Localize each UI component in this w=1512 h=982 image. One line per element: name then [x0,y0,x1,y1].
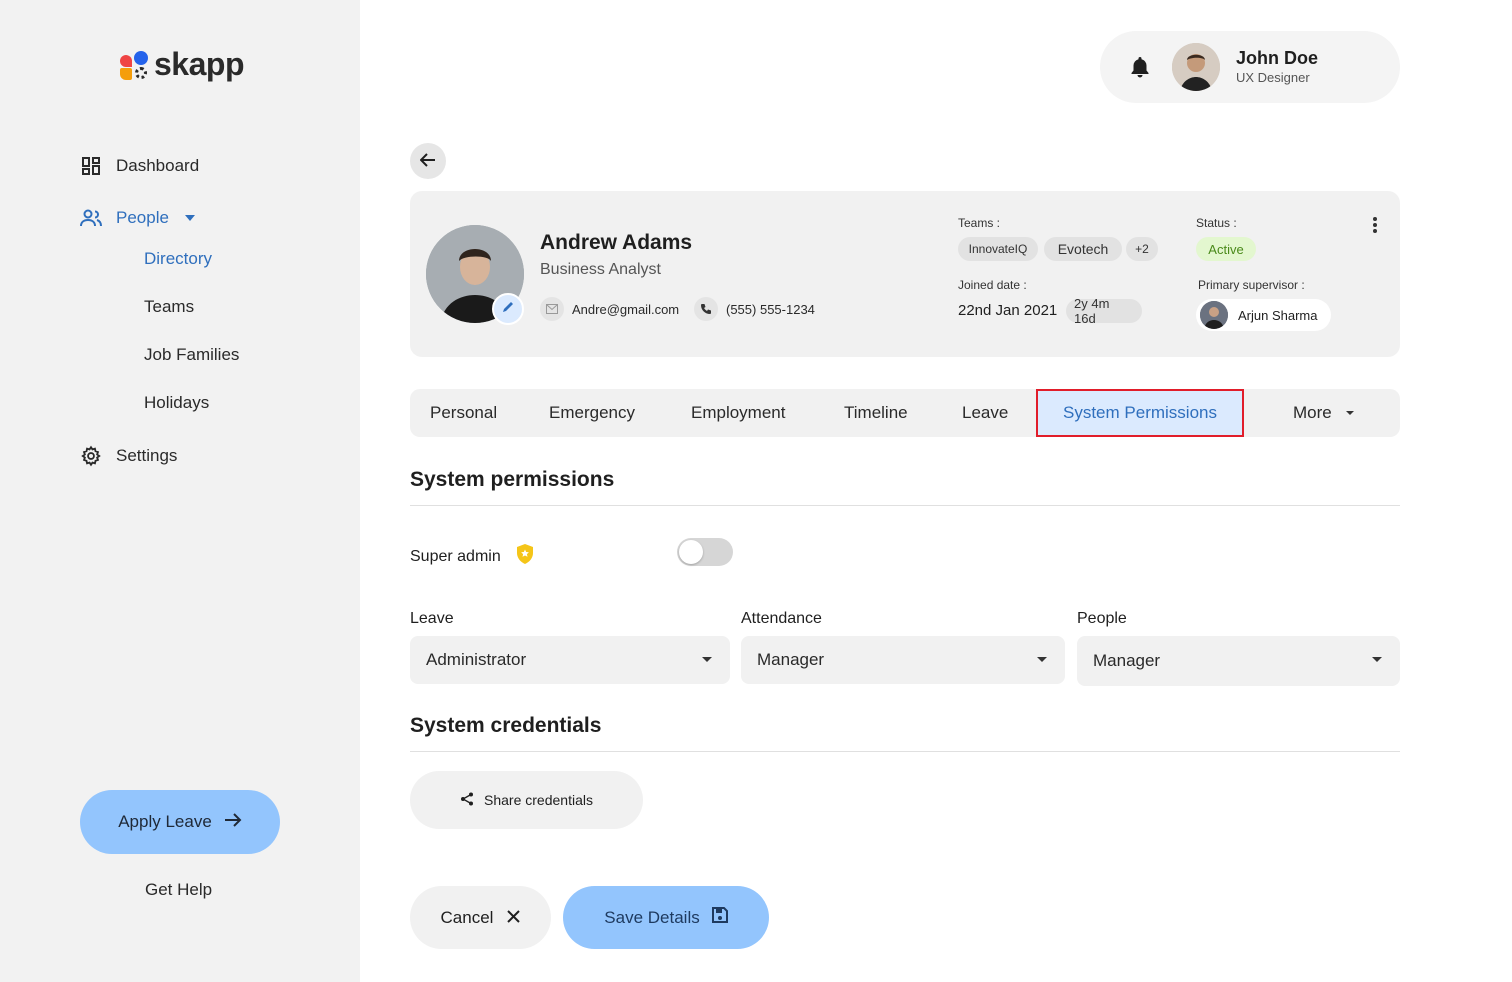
super-admin-row: Super admin [410,543,535,570]
floppy-disk-icon [711,907,728,928]
email-text: Andre@gmail.com [572,301,680,317]
phone-text: (555) 555-1234 [726,301,815,317]
tab-personal[interactable]: Personal [430,389,497,437]
chevron-down-icon [1037,657,1047,662]
tab-employment[interactable]: Employment [691,389,785,437]
more-teams-chip[interactable]: +2 [1126,237,1158,261]
nav-dashboard-label: Dashboard [116,156,200,175]
nav-settings-label: Settings [116,446,178,465]
tenure-badge: 2y 4m 16d [1066,296,1142,326]
leave-permission-value: Administrator [426,650,527,669]
edit-avatar-button[interactable] [492,293,524,325]
divider [410,751,1400,752]
arrow-left-icon [419,152,436,170]
joined-label: Joined date : [958,278,1027,292]
dashboard-icon [80,155,102,177]
people-permission-value: Manager [1093,651,1161,670]
people-permission-select[interactable]: Manager [1077,636,1400,686]
apply-leave-button[interactable]: Apply Leave [80,790,280,854]
status-label: Status : [1196,216,1237,230]
tab-system-permissions[interactable]: System Permissions [1036,389,1244,437]
divider [410,505,1400,506]
status-badge: Active [1196,237,1256,261]
contact-phone[interactable]: (555) 555-1234 [694,297,815,321]
sidebar-item-job-families[interactable]: Job Families [144,345,239,365]
leave-permission-label: Leave [410,610,454,627]
save-label: Save Details [604,907,700,927]
chevron-down-icon [1345,411,1354,415]
section-title-credentials: System credentials [410,714,602,737]
supervisor-chip[interactable]: Arjun Sharma [1196,299,1332,331]
contact-email[interactable]: Andre@gmail.com [540,297,679,321]
toggle-knob [679,540,703,564]
avatar [1200,301,1228,329]
back-button[interactable] [410,143,446,179]
attendance-permission-value: Manager [757,650,825,669]
share-credentials-button[interactable]: Share credentials [410,771,643,829]
tab-more-label: More [1293,403,1332,422]
close-icon [507,908,521,928]
tab-emergency[interactable]: Emergency [549,389,635,437]
nav-people[interactable]: People [80,207,195,229]
bell-icon[interactable] [1128,55,1152,79]
tab-timeline[interactable]: Timeline [844,389,908,437]
mail-icon [540,297,564,321]
sidebar-item-holidays[interactable]: Holidays [144,393,209,413]
save-details-button[interactable]: Save Details [563,886,769,949]
user-name: John Doe [1236,48,1319,68]
section-title-permissions: System permissions [410,468,615,491]
sidebar-item-teams[interactable]: Teams [144,297,194,317]
logo-mark-icon [120,49,150,81]
get-help-link[interactable]: Get Help [145,880,212,900]
attendance-permission-select[interactable]: Manager [741,636,1065,684]
shield-star-icon [515,543,535,570]
people-permission-label: People [1077,610,1127,627]
supervisor-label: Primary supervisor : [1198,278,1305,292]
pencil-icon [501,300,515,319]
user-menu[interactable]: John Doe UX Designer [1100,31,1400,103]
profile-card: Andrew Adams Business Analyst Andre@gmai… [410,191,1400,357]
cancel-label: Cancel [440,907,494,927]
brand-logo[interactable]: skapp [120,46,244,83]
super-admin-label: Super admin [410,547,501,565]
attendance-permission-label: Attendance [741,610,822,627]
joined-date: 22nd Jan 2021 [958,302,1058,319]
nav-people-label: People [116,208,169,227]
chevron-down-icon [184,215,195,221]
team-chip: InnovateIQ [958,237,1038,261]
gear-icon [80,445,102,467]
avatar[interactable] [1172,43,1220,91]
arrow-right-icon [224,812,242,833]
team-chip: Evotech [1044,237,1122,261]
profile-name: Andrew Adams [540,231,693,254]
chevron-down-icon [1372,657,1382,662]
teams-label: Teams : [958,216,1001,230]
profile-tabs: Personal Emergency Employment Timeline L… [410,389,1400,437]
super-admin-toggle[interactable] [677,538,733,566]
supervisor-name: Arjun Sharma [1238,307,1318,323]
more-options-icon[interactable] [1370,215,1380,235]
tab-leave[interactable]: Leave [962,389,1008,437]
leave-permission-select[interactable]: Administrator [410,636,730,684]
apply-leave-label: Apply Leave [118,812,212,831]
sidebar: skapp Dashboard People Directory Teams J… [0,0,360,982]
share-credentials-label: Share credentials [484,792,593,808]
share-icon [460,792,474,809]
brand-name: skapp [154,46,244,82]
nav-dashboard[interactable]: Dashboard [80,155,199,177]
tab-more[interactable]: More [1293,389,1354,437]
nav-settings[interactable]: Settings [80,445,177,467]
phone-icon [694,297,718,321]
user-role: UX Designer [1236,70,1310,85]
sidebar-item-directory[interactable]: Directory [144,249,212,269]
profile-title: Business Analyst [540,261,661,278]
chevron-down-icon [702,657,712,662]
cancel-button[interactable]: Cancel [410,886,551,949]
people-icon [80,207,102,229]
